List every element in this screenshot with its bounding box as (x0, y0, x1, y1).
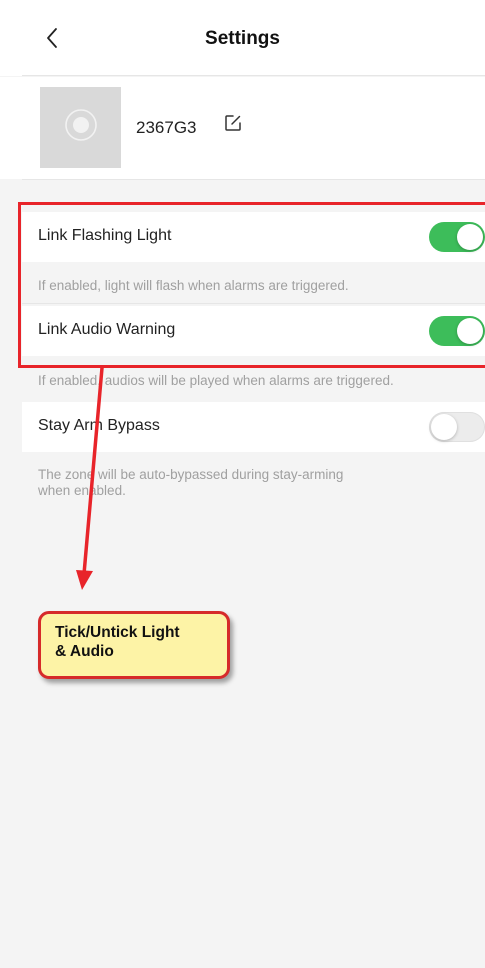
device-sensor-icon (64, 108, 98, 147)
page-title: Settings (205, 28, 280, 49)
setting-description: If enabled, audios will be played when a… (38, 373, 394, 388)
setting-row-link-audio-warning: Link Audio Warning (22, 306, 485, 356)
device-card: 2367G3 (0, 77, 485, 179)
device-name: 2367G3 (136, 118, 197, 137)
toggle-knob (457, 224, 483, 250)
device-thumbnail (40, 87, 121, 168)
link-flashing-light-toggle[interactable] (429, 222, 485, 252)
divider (22, 179, 485, 180)
setting-description: The zone will be auto-bypassed during st… (38, 467, 344, 482)
toggle-knob (431, 414, 457, 440)
edit-icon (224, 114, 242, 137)
divider (22, 303, 485, 304)
setting-label: Link Audio Warning (38, 321, 176, 338)
setting-row-stay-arm-bypass: Stay Arm Bypass (22, 402, 485, 452)
setting-label: Link Flashing Light (38, 227, 172, 244)
setting-row-link-flashing-light: Link Flashing Light (22, 212, 485, 262)
setting-label: Stay Arm Bypass (38, 417, 160, 434)
link-audio-warning-toggle[interactable] (429, 316, 485, 346)
annotation-callout: Tick/Untick Light & Audio (38, 611, 230, 679)
divider (22, 75, 485, 76)
nav-header: Settings (0, 0, 485, 76)
setting-description: when enabled. (38, 483, 126, 498)
toggle-knob (457, 318, 483, 344)
edit-name-button[interactable] (222, 114, 244, 136)
setting-description: If enabled, light will flash when alarms… (38, 278, 349, 293)
stay-arm-bypass-toggle[interactable] (429, 412, 485, 442)
callout-text: Tick/Untick Light (55, 624, 180, 641)
callout-text: & Audio (55, 643, 114, 660)
